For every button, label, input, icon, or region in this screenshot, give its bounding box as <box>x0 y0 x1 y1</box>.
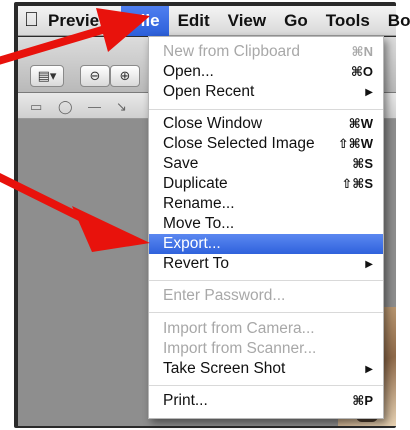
zoom-out-button[interactable]: ⊖ <box>80 65 110 87</box>
menu-item-revert-to[interactable]: Revert To ▶ <box>149 254 383 274</box>
menu-item-save[interactable]: Save ⌘S <box>149 154 383 174</box>
menu-item-export[interactable]: Export... <box>149 234 383 254</box>
menu-file[interactable]: File <box>121 5 169 36</box>
menu-item-close-window[interactable]: Close Window ⌘W <box>149 114 383 134</box>
menu-separator <box>149 109 383 110</box>
menu-view[interactable]: View <box>219 6 275 36</box>
menu-preview[interactable]: Preview <box>39 6 121 36</box>
menu-separator <box>149 312 383 313</box>
menu-item-move-to[interactable]: Move To... <box>149 214 383 234</box>
file-menu: New from Clipboard ⌘N Open... ⌘O Open Re… <box>148 36 384 419</box>
line-icon[interactable]: — <box>88 99 101 114</box>
menu-item-enter-password: Enter Password... <box>163 287 286 304</box>
oval-icon[interactable]: ◯ <box>58 99 73 115</box>
menu-go[interactable]: Go <box>275 6 317 36</box>
apple-menu-icon[interactable]:  <box>24 9 39 32</box>
menu-tools[interactable]: Tools <box>317 6 379 36</box>
menu-item-rename[interactable]: Rename... <box>149 194 383 214</box>
menu-item-import-from-camera: Import from Camera... <box>163 320 315 337</box>
menu-item-open-recent[interactable]: Open Recent ▶ <box>149 82 383 102</box>
sidebar-view-button[interactable]: ▤▾ <box>30 65 64 87</box>
menu-item-new-from-clipboard: New from Clipboard ⌘N <box>163 43 373 60</box>
menu-edit[interactable]: Edit <box>169 6 219 36</box>
rectangle-icon[interactable]: ▭ <box>30 99 42 115</box>
zoom-in-button[interactable]: ⊕ <box>110 65 140 87</box>
submenu-arrow-icon: ▶ <box>365 363 373 375</box>
submenu-arrow-icon: ▶ <box>365 86 373 98</box>
menu-item-import-from-scanner: Import from Scanner... <box>163 340 317 357</box>
menu-item-print[interactable]: Print... ⌘P <box>149 391 383 411</box>
menu-item-duplicate[interactable]: Duplicate ⇧⌘S <box>149 174 383 194</box>
menu-bar:  Preview File Edit View Go Tools Bo <box>18 5 410 36</box>
menu-item-open[interactable]: Open... ⌘O <box>149 62 383 82</box>
menu-bookmarks[interactable]: Bo <box>379 6 410 36</box>
arrow-tool-icon[interactable]: ↘ <box>116 99 127 115</box>
submenu-arrow-icon: ▶ <box>365 258 373 270</box>
menu-item-close-selected-image[interactable]: Close Selected Image ⇧⌘W <box>149 134 383 154</box>
menu-separator <box>149 385 383 386</box>
menu-item-take-screen-shot[interactable]: Take Screen Shot ▶ <box>149 359 383 379</box>
menu-separator <box>149 280 383 281</box>
